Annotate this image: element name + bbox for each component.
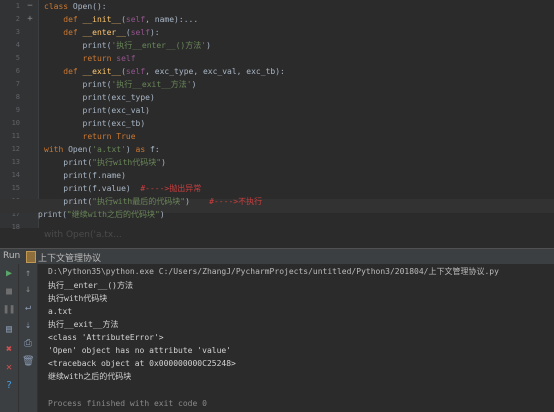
layout-icon[interactable]: ▤ xyxy=(3,324,15,336)
code-line[interactable]: print("继续with之后的代码块") xyxy=(38,208,165,221)
console-output-line: 执行__enter__()方法 xyxy=(48,281,133,290)
scroll-to-end-icon[interactable]: ⇣ xyxy=(22,320,34,332)
line-number: 14 xyxy=(11,171,20,179)
python-file-icon xyxy=(26,251,36,263)
pin-icon[interactable]: ✖ xyxy=(3,344,15,356)
pause-icon[interactable]: ❚❚ xyxy=(3,304,15,316)
code-editor[interactable]: 1 − 2 + 3 4 5 6 7 8 9 10 11 12 13 14 15 … xyxy=(0,0,554,231)
run-console[interactable]: D:\Python35\python.exe C:/Users/ZhangJ/P… xyxy=(38,264,554,412)
code-line[interactable]: print(f.name) xyxy=(44,169,126,182)
line-number: 6 xyxy=(15,67,20,75)
line-number: 11 xyxy=(11,132,20,140)
trash-icon[interactable]: 🗑 xyxy=(22,356,35,368)
code-line[interactable]: with Open('a.txt') as f: xyxy=(44,143,160,156)
console-output-line: <class 'AttributeError'> xyxy=(48,333,164,342)
play-icon[interactable]: ▶ xyxy=(3,268,15,280)
run-tab[interactable]: 上下文管理协议 xyxy=(38,251,101,264)
code-line[interactable]: print('执行__enter__()方法') xyxy=(44,39,211,52)
console-output-line: 执行with代码块 xyxy=(48,294,108,303)
run-toolbar-left: ▶ ■ ❚❚ ▤ ✖ ✕ ? xyxy=(0,264,19,412)
line-number: 9 xyxy=(15,106,20,114)
print-icon[interactable]: ⎙ xyxy=(22,338,34,350)
arrow-up-icon[interactable]: ↑ xyxy=(22,268,34,280)
code-line[interactable]: def __enter__(self): xyxy=(44,26,159,39)
close-icon[interactable]: ✕ xyxy=(3,362,15,374)
code-line[interactable]: print('执行__exit__方法') xyxy=(44,78,197,91)
line-number: 18 xyxy=(11,223,20,231)
code-line[interactable]: print(exc_type) xyxy=(44,91,155,104)
process-finished-message: Process finished with exit code 0 xyxy=(48,399,207,408)
arrow-down-icon[interactable]: ↓ xyxy=(22,284,34,296)
code-line[interactable]: return self xyxy=(44,52,136,65)
console-output-line: 执行__exit__方法 xyxy=(48,320,119,329)
code-line[interactable]: def __init__(self, name):... xyxy=(44,13,198,26)
line-number: 1 xyxy=(15,2,20,10)
breadcrumb-hint: with Open('a.tx... xyxy=(44,230,122,240)
line-number: 12 xyxy=(11,145,20,153)
code-line[interactable]: return True xyxy=(44,130,136,143)
line-number: 8 xyxy=(15,93,20,101)
stop-icon[interactable]: ■ xyxy=(3,286,15,298)
line-number: 5 xyxy=(15,54,20,62)
line-number: 7 xyxy=(15,80,20,88)
line-number: 4 xyxy=(15,41,20,49)
line-number: 2 xyxy=(15,15,20,23)
soft-wrap-icon[interactable]: ↵ xyxy=(22,302,34,314)
code-line[interactable]: print(exc_tb) xyxy=(44,117,146,130)
console-output-line: 继续with之后的代码块 xyxy=(48,372,132,381)
line-number: 15 xyxy=(11,184,20,192)
line-number: 13 xyxy=(11,158,20,166)
line-number: 3 xyxy=(15,28,20,36)
editor-gutter: 1 − 2 + 3 4 5 6 7 8 9 10 11 12 13 14 15 … xyxy=(0,0,39,231)
console-output-line: 'Open' object has no attribute 'value' xyxy=(48,346,232,355)
line-number: 10 xyxy=(11,119,20,127)
console-output-line: a.txt xyxy=(48,307,73,316)
help-icon[interactable]: ? xyxy=(3,380,15,392)
code-line[interactable]: print("执行with代码块") xyxy=(44,156,166,169)
code-line[interactable]: def __exit__(self, exc_type, exc_val, ex… xyxy=(44,65,285,78)
code-line[interactable]: print(f.value) #---->抛出异常 xyxy=(44,182,201,195)
console-output-line: <traceback object at 0x000000000C25248> xyxy=(48,359,236,368)
code-line[interactable]: print(exc_val) xyxy=(44,104,150,117)
console-command: D:\Python35\python.exe C:/Users/ZhangJ/P… xyxy=(48,267,499,276)
expand-fold-icon[interactable]: + xyxy=(25,14,35,24)
run-label: Run xyxy=(3,251,21,261)
code-line[interactable]: class Open(): xyxy=(44,0,107,13)
run-toolbar-right: ↑ ↓ ↵ ⇣ ⎙ 🗑 xyxy=(19,264,38,412)
code-line[interactable]: print("执行with最后的代码块") #---->不执行 xyxy=(44,195,262,208)
fold-toggle-icon[interactable]: − xyxy=(25,1,35,11)
